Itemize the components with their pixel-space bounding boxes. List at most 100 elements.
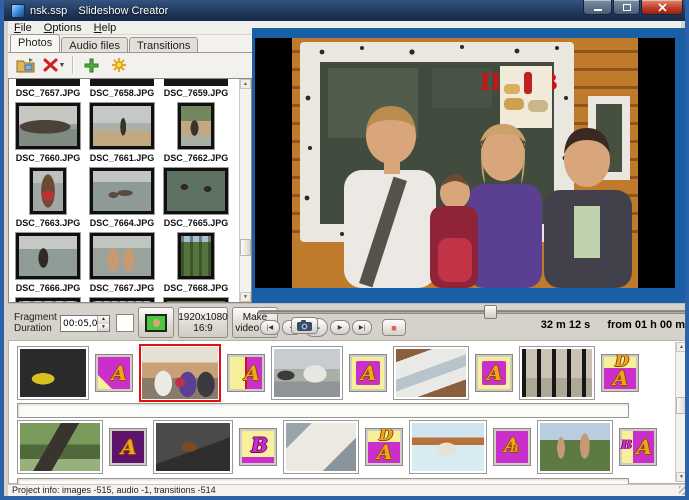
total-time: from 01 h 00 m [607, 319, 685, 331]
tab-audio-files[interactable]: Audio files [61, 37, 128, 52]
app-window: nsk.ssp Slideshow Creator File Options H… [0, 0, 689, 500]
resize-grip[interactable] [679, 486, 688, 495]
minimize-button[interactable] [583, 0, 612, 15]
transition-tile[interactable]: B A [619, 428, 657, 466]
preview-photo-family-cafe: ПЛОВ [292, 38, 638, 288]
transition-tile[interactable]: A [349, 354, 387, 392]
add-item-button[interactable] [79, 55, 103, 75]
maximize-button[interactable] [613, 0, 640, 15]
timeline-clip-bench[interactable] [17, 420, 103, 474]
seek-thumb[interactable] [484, 305, 497, 319]
seek-slider[interactable] [258, 307, 689, 315]
timeline-clip-street[interactable] [271, 346, 343, 400]
spinner-arrows[interactable]: ▲ ▼ [97, 316, 109, 331]
photo-thumb-partial[interactable] [90, 79, 154, 86]
transition-tile[interactable]: A [109, 428, 147, 466]
photo-thumb-river-barge[interactable] [16, 103, 80, 149]
photo-thumb-red-shorts[interactable] [30, 168, 66, 214]
spin-up-icon[interactable]: ▲ [98, 316, 109, 324]
bottom-control-strip: Fragment Duration ▲ ▼ 1920x1080 16:9 Mak… [8, 303, 689, 340]
photo-list: DSC_7657.JPG DSC_7658.JPG DSC_7659.JPG D… [8, 78, 252, 303]
transition-tile[interactable]: D A [601, 354, 639, 392]
skip-to-end-button[interactable]: ▶| [352, 320, 372, 335]
close-button[interactable] [641, 0, 683, 15]
toolbar-separator [72, 56, 73, 74]
photo-thumb-dark-water[interactable] [164, 168, 228, 214]
scroll-down-icon[interactable]: ▼ [240, 292, 251, 302]
timeline-scrollbar[interactable]: ▲ ▼ [675, 342, 687, 482]
title-app-name: Slideshow Creator [78, 5, 168, 17]
timeline-clip-animal-cage[interactable] [519, 346, 595, 400]
photo-thumb-beach-portrait[interactable] [178, 103, 214, 149]
fragment-preview-button[interactable] [138, 307, 174, 338]
scroll-up-icon[interactable]: ▲ [240, 79, 251, 89]
stop-button[interactable]: ■ [382, 319, 406, 336]
timeline-clip-field[interactable] [537, 420, 613, 474]
next-button[interactable]: ▶ [330, 320, 350, 335]
scroll-thumb[interactable] [240, 239, 251, 256]
photo-label: DSC_7663.JPG [11, 217, 85, 229]
title-bar: nsk.ssp Slideshow Creator [4, 0, 685, 21]
fragment-duration-input[interactable] [61, 316, 97, 331]
timeline-clip-train[interactable] [17, 346, 89, 400]
effects-sun-icon [111, 57, 127, 73]
transition-tile[interactable]: A [95, 354, 133, 392]
window-title: nsk.ssp Slideshow Creator [30, 5, 168, 17]
photo-list-scrollbar[interactable]: ▲ ▼ [239, 79, 251, 302]
add-photos-folder-icon [16, 57, 36, 74]
timeline-clip-torn-white[interactable] [283, 420, 359, 474]
scroll-thumb[interactable] [676, 397, 687, 414]
resolution-button[interactable]: 1920x1080 16:9 [178, 307, 228, 338]
elapsed-time: 32 m 12 s [541, 319, 591, 331]
timeline-clip-family-selected[interactable] [139, 344, 221, 402]
transition-tile[interactable]: B [239, 428, 277, 466]
transport-controls: |◀ ◀ ▶ ▶ ▶| ■ [260, 318, 408, 337]
remove-photo-button[interactable]: ▼ [42, 55, 66, 75]
photo-thumb-partial[interactable] [16, 79, 80, 86]
effects-button[interactable] [107, 55, 131, 75]
photo-label: DSC_7662.JPG [159, 152, 233, 164]
remove-dropdown-caret[interactable]: ▼ [59, 62, 66, 69]
photo-thumb-swimmers[interactable] [90, 168, 154, 214]
timeline-clip-polar-bear[interactable] [409, 420, 487, 474]
timeline-clip-torn-paper[interactable] [393, 346, 469, 400]
scroll-up-icon[interactable]: ▲ [676, 342, 687, 352]
snapshot-button[interactable] [291, 317, 318, 334]
thumb-sliver-row [11, 79, 235, 87]
photo-thumb-two-men[interactable] [90, 233, 154, 279]
photo-label: DSC_7666.JPG [11, 282, 85, 294]
photo-label: DSC_7659.JPG [159, 87, 233, 99]
add-icon [84, 58, 99, 73]
photo-thumb-partial[interactable] [164, 79, 228, 86]
photo-thumb-lake[interactable] [16, 233, 80, 279]
tab-transitions[interactable]: Transitions [129, 37, 198, 52]
seek-track[interactable] [258, 310, 689, 314]
photos-toolbar: ▼ [8, 53, 252, 77]
photo-label: DSC_7667.JPG [85, 282, 159, 294]
title-file-name: nsk.ssp [30, 5, 67, 17]
camera-icon [297, 320, 312, 331]
skip-to-start-button[interactable]: |◀ [260, 320, 280, 335]
tab-photos[interactable]: Photos [10, 34, 60, 52]
timeline-clip-dark-logo[interactable] [153, 420, 233, 474]
left-panel: Photos Audio files Transitions ▼ [8, 35, 252, 303]
photo-thumb-beach[interactable] [90, 103, 154, 149]
transition-tile[interactable]: A B [493, 428, 531, 466]
minimize-icon [594, 9, 602, 11]
scroll-down-icon[interactable]: ▼ [676, 472, 687, 482]
fragment-duration-spinbox[interactable]: ▲ ▼ [60, 315, 110, 332]
menu-file[interactable]: File [8, 22, 38, 34]
menu-options[interactable]: Options [38, 22, 88, 34]
photo-label: DSC_7661.JPG [85, 152, 159, 164]
timeline: A A A A D A A [8, 340, 689, 484]
add-photos-button[interactable] [14, 55, 38, 75]
photo-thumb-forest-portrait[interactable] [178, 233, 214, 279]
option-checkbox[interactable] [116, 314, 134, 332]
transition-tile[interactable]: D A [365, 428, 403, 466]
transition-tile[interactable]: A [475, 354, 513, 392]
menu-help[interactable]: Help [88, 22, 123, 34]
time-info: 32 m 12 s from 01 h 00 m [541, 319, 685, 331]
photo-label: DSC_7657.JPG [11, 87, 85, 99]
transition-tile[interactable]: A [227, 354, 265, 392]
spin-down-icon[interactable]: ▼ [98, 324, 109, 332]
